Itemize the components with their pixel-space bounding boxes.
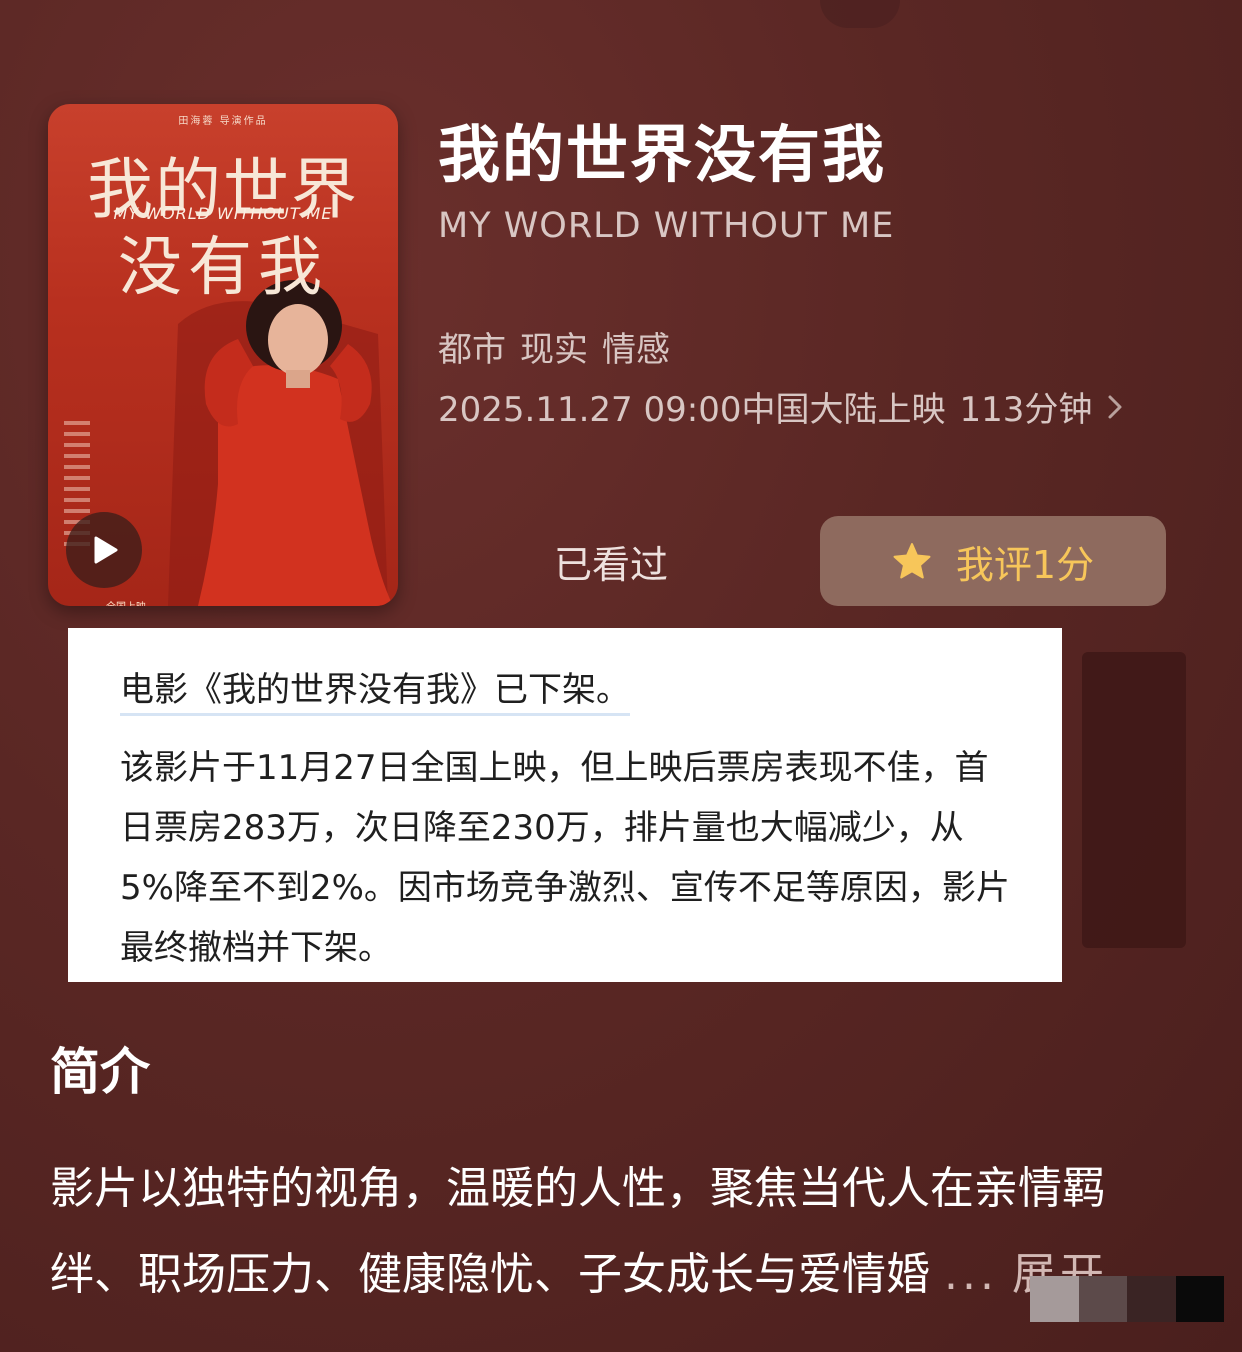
release-date: 2025.11.27 09:00中国大陆上映 [438, 390, 946, 430]
background-card [1082, 652, 1186, 948]
removal-notice: 电影《我的世界没有我》已下架。 该影片于11月27日全国上映，但上映后票房表现不… [68, 628, 1062, 982]
corner-artifact [1030, 1276, 1224, 1322]
genre-tag: 情感 [602, 330, 670, 370]
synopsis-line: 影片以独特的视角，温暖的人性，聚焦当代人在亲情羁 [50, 1163, 1106, 1214]
synopsis-line: 绊、职场压力、健康隐忧、子女成长与爱情婚 [50, 1249, 930, 1300]
play-button[interactable] [66, 512, 142, 588]
top-handle [820, 0, 900, 28]
poster-title-line2: 没有我 [118, 231, 328, 305]
synopsis-heading: 简介 [50, 1043, 150, 1101]
watched-label: 已看过 [553, 542, 668, 587]
runtime: 113分钟 [959, 390, 1093, 430]
poster-credit: 田海蓉 导演作品 [178, 116, 268, 127]
play-icon [94, 536, 118, 564]
poster-tag: 全国上映 [106, 598, 146, 606]
star-icon [893, 543, 931, 579]
synopsis-text: 影片以独特的视角，温暖的人性，聚焦当代人在亲情羁 绊、职场压力、健康隐忧、子女成… [50, 1146, 1196, 1318]
genre-tag: 都市 [438, 330, 506, 370]
genre-tags: 都市 现实 情感 [438, 322, 684, 371]
notice-headline: 电影《我的世界没有我》已下架。 [120, 662, 630, 716]
rate-button[interactable]: 我评1分 [820, 516, 1166, 606]
ellipsis: ... [944, 1249, 998, 1300]
movie-title: 我的世界没有我 [438, 118, 887, 191]
genre-tag: 现实 [520, 330, 588, 370]
release-info[interactable]: 2025.11.27 09:00中国大陆上映 113分钟 [438, 382, 1124, 431]
chevron-right-icon [1106, 392, 1124, 422]
notice-body: 该影片于11月27日全国上映，但上映后票房表现不佳，首日票房283万，次日降至2… [120, 748, 1010, 968]
watched-button[interactable]: 已看过 [440, 516, 782, 606]
movie-english-title: MY WORLD WITHOUT ME [438, 206, 895, 246]
rate-label: 我评1分 [955, 542, 1095, 587]
